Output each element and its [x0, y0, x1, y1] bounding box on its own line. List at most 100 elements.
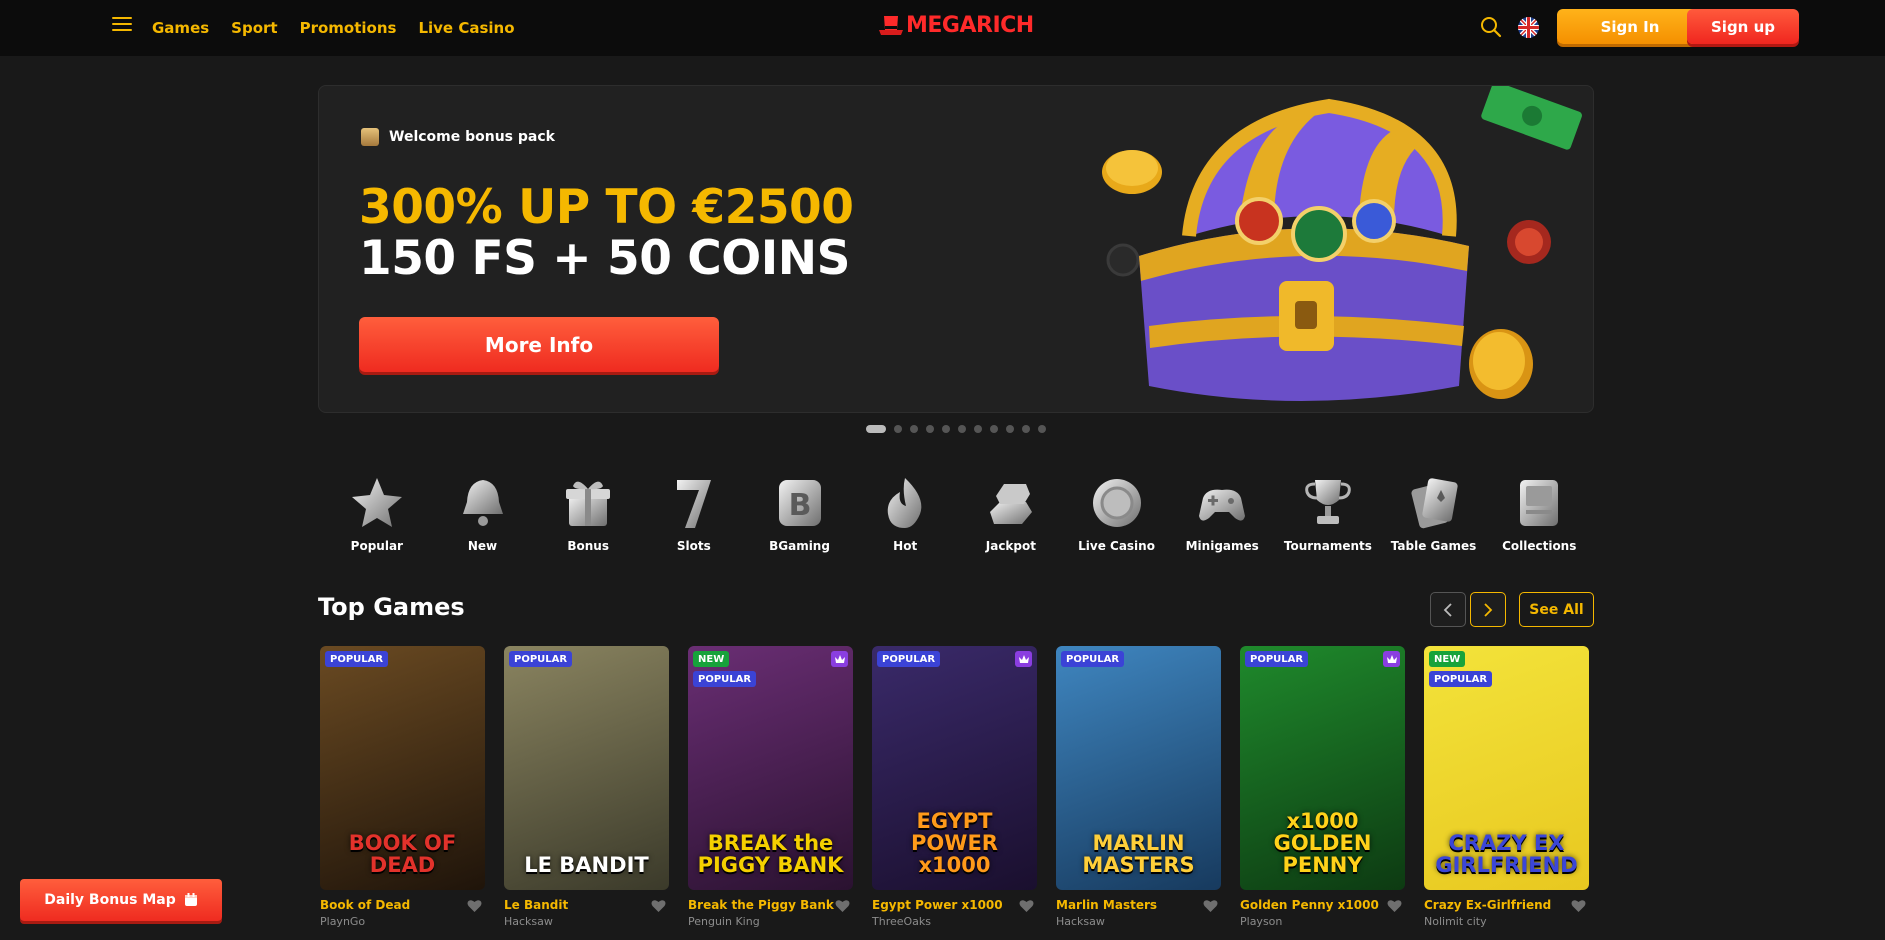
logo[interactable]: MEGARICH — [878, 13, 1034, 38]
heart-icon[interactable] — [1203, 899, 1218, 913]
nav-promotions[interactable]: Promotions — [300, 19, 397, 37]
heart-icon[interactable] — [651, 899, 666, 913]
game-card[interactable]: POPULAR EGYPT POWER x1000 Egypt Power x100… — [872, 646, 1037, 934]
carousel-dot[interactable] — [866, 425, 886, 433]
heart-icon[interactable] — [835, 899, 850, 913]
category-new[interactable]: New — [430, 474, 536, 554]
category-minigames[interactable]: Minigames — [1169, 474, 1275, 554]
game-art-title: x1000 GOLDEN PENNY — [1273, 808, 1372, 877]
heart-icon[interactable] — [1019, 899, 1034, 913]
heart-icon[interactable] — [467, 899, 482, 913]
see-all-button[interactable]: See All — [1519, 592, 1594, 627]
carousel-dot[interactable] — [1006, 425, 1014, 433]
daily-bonus-label: Daily Bonus Map — [44, 892, 176, 908]
popular-badge: POPULAR — [509, 651, 573, 667]
carousel-dot[interactable] — [1038, 425, 1046, 433]
carousel-dot[interactable] — [894, 425, 902, 433]
game-info: Golden Penny x1000 Playson — [1240, 898, 1405, 934]
new-badge: NEW — [1429, 651, 1466, 667]
daily-bonus-map-button[interactable]: Daily Bonus Map — [20, 879, 222, 921]
category-table-games[interactable]: Table Games — [1381, 474, 1487, 554]
game-provider: Penguin King — [688, 915, 760, 928]
logo-text: MEGARICH — [906, 13, 1034, 38]
uk-flag-icon[interactable] — [1518, 17, 1539, 38]
nav-sport[interactable]: Sport — [231, 19, 277, 37]
game-provider: Hacksaw — [504, 915, 553, 928]
nav-live-casino[interactable]: Live Casino — [418, 19, 514, 37]
chevron-left-icon — [1443, 602, 1452, 617]
crown-icon — [831, 651, 848, 667]
carousel-dot[interactable] — [926, 425, 934, 433]
more-info-button[interactable]: More Info — [359, 317, 719, 372]
category-live-casino[interactable]: Live Casino — [1064, 474, 1170, 554]
game-name[interactable]: Book of Dead — [320, 898, 485, 912]
game-card[interactable]: POPULAR LE BANDIT Le Bandit Hacksaw — [504, 646, 669, 934]
bgaming-icon: B — [778, 480, 821, 526]
game-provider: Hacksaw — [1056, 915, 1105, 928]
category-label: Slots — [676, 539, 711, 553]
carousel-dot[interactable] — [958, 425, 966, 433]
nav-games[interactable]: Games — [152, 19, 209, 37]
game-card[interactable]: POPULAR x1000 GOLDEN PENNY Golden Penny x1… — [1240, 646, 1405, 934]
game-thumbnail[interactable]: POPULAR MARLIN MASTERS — [1056, 646, 1221, 890]
chevron-right-icon — [1484, 602, 1493, 617]
star-icon — [351, 478, 402, 527]
category-collections[interactable]: Collections — [1486, 474, 1592, 554]
heart-icon[interactable] — [1387, 899, 1402, 913]
heart-icon[interactable] — [1571, 899, 1586, 913]
popular-badge: POPULAR — [325, 651, 389, 667]
calendar-icon — [184, 893, 197, 906]
category-hot[interactable]: Hot — [852, 474, 958, 554]
game-name[interactable]: Egypt Power x1000 — [872, 898, 1037, 912]
category-label: Popular — [350, 539, 403, 553]
game-name[interactable]: Crazy Ex-Girlfriend — [1424, 898, 1589, 912]
game-info: Book of Dead PlaynGo — [320, 898, 485, 934]
carousel-dot[interactable] — [974, 425, 982, 433]
top-bar: Games Sport Promotions Live Casino MEGAR… — [0, 0, 1885, 56]
category-label: BGaming — [769, 539, 830, 553]
category-slots[interactable]: Slots — [641, 474, 747, 554]
carousel-dot[interactable] — [910, 425, 918, 433]
cards-icon — [1411, 478, 1458, 529]
game-name[interactable]: Break the Piggy Bank — [688, 898, 853, 912]
carousel-dot[interactable] — [942, 425, 950, 433]
carousel-dot[interactable] — [990, 425, 998, 433]
game-thumbnail[interactable]: POPULAR EGYPT POWER x1000 — [872, 646, 1037, 890]
category-bonus[interactable]: Bonus — [535, 474, 641, 554]
seven-icon — [676, 480, 711, 528]
category-popular[interactable]: Popular — [324, 474, 430, 554]
category-label: Minigames — [1185, 539, 1259, 553]
game-info: Marlin Masters Hacksaw — [1056, 898, 1221, 934]
game-name[interactable]: Golden Penny x1000 — [1240, 898, 1405, 912]
game-thumbnail[interactable]: POPULAR BOOK OF DEAD — [320, 646, 485, 890]
category-bgaming[interactable]: B BGaming — [747, 474, 853, 554]
game-art-title: MARLIN MASTERS — [1082, 830, 1195, 877]
game-name[interactable]: Marlin Masters — [1056, 898, 1221, 912]
game-card[interactable]: POPULAR MARLIN MASTERS Marlin Masters Hacks… — [1056, 646, 1221, 934]
game-card[interactable]: NEW POPULAR CRAZY EX GIRLFRIEND Crazy Ex-Gi… — [1424, 646, 1589, 934]
popular-badge: POPULAR — [1429, 671, 1493, 687]
game-card[interactable]: POPULAR BOOK OF DEAD Book of Dead PlaynGo — [320, 646, 485, 934]
sign-up-button[interactable]: Sign up — [1687, 9, 1799, 44]
popular-badge: POPULAR — [877, 651, 941, 667]
game-card[interactable]: NEW POPULAR BREAK the PIGGY BANK Break the … — [688, 646, 853, 934]
sign-in-button[interactable]: Sign In — [1557, 9, 1703, 44]
game-name[interactable]: Le Bandit — [504, 898, 669, 912]
trophy-icon — [1305, 480, 1351, 524]
game-thumbnail[interactable]: POPULAR x1000 GOLDEN PENNY — [1240, 646, 1405, 890]
carousel-prev-button[interactable] — [1430, 592, 1466, 627]
category-bar: Popular New Bonus Slots B BGaming Hot Ja… — [324, 474, 1592, 554]
popular-badge: POPULAR — [1245, 651, 1309, 667]
game-thumbnail[interactable]: NEW POPULAR BREAK the PIGGY BANK — [688, 646, 853, 890]
category-label: Live Casino — [1078, 539, 1155, 553]
treasure-chest-illustration — [1102, 86, 1582, 401]
category-jackpot[interactable]: Jackpot — [958, 474, 1064, 554]
game-thumbnail[interactable]: POPULAR LE BANDIT — [504, 646, 669, 890]
game-provider: Playson — [1240, 915, 1283, 928]
carousel-dot[interactable] — [1022, 425, 1030, 433]
category-tournaments[interactable]: Tournaments — [1275, 474, 1381, 554]
search-icon[interactable] — [1480, 16, 1502, 38]
game-thumbnail[interactable]: NEW POPULAR CRAZY EX GIRLFRIEND — [1424, 646, 1589, 890]
menu-icon[interactable] — [112, 17, 132, 35]
carousel-next-button[interactable] — [1470, 592, 1506, 627]
